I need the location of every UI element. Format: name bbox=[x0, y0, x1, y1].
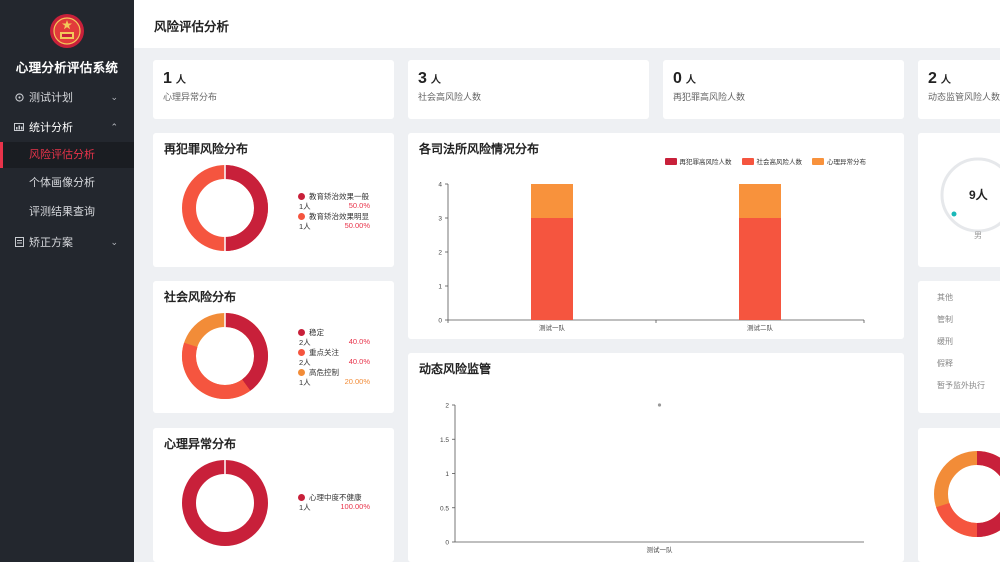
stat-label: 再犯罪高风险人数 bbox=[673, 92, 746, 102]
stat-card-social: 3人 社会高风险人数 bbox=[408, 60, 649, 119]
list-item: 管制 bbox=[937, 315, 953, 324]
list-item: 暂予监外执行 bbox=[937, 381, 985, 390]
data-point bbox=[657, 403, 662, 407]
bar-segment bbox=[739, 218, 781, 320]
sidebar-item-label: 矫正方案 bbox=[29, 237, 73, 249]
sidebar: 心理分析评估系统 测试计划 ⌄ 统计分析 ⌃ 风险评估分析 个体画像分析 评测结… bbox=[0, 0, 134, 562]
y-tick-label: 1 bbox=[438, 284, 442, 291]
recidivism-legend: 教育矫治效果一般 1人 50.0% 教育矫治效果明显 1人 50.00% bbox=[298, 191, 370, 231]
chart-icon bbox=[14, 122, 24, 132]
card-title: 社会风险分布 bbox=[164, 290, 237, 304]
partial-donut bbox=[934, 451, 1000, 537]
sentence-type-list: 其他 管制 缓刑 假释 暂予监外执行 bbox=[937, 287, 985, 397]
recidivism-donut bbox=[182, 165, 268, 251]
y-tick-label: 4 bbox=[438, 182, 442, 189]
sidebar-item-correction-plan[interactable]: 矫正方案 ⌄ bbox=[0, 229, 134, 255]
stat-value: 0人 bbox=[673, 70, 696, 87]
sidebar-item-statistics[interactable]: 统计分析 ⌃ bbox=[0, 114, 134, 140]
partial-donut-card bbox=[918, 428, 1000, 562]
x-tick-label: 测试一队 bbox=[539, 323, 566, 332]
legend-dot bbox=[298, 328, 305, 336]
stat-value: 2人 bbox=[928, 70, 951, 87]
document-icon bbox=[14, 237, 24, 247]
social-donut bbox=[182, 313, 268, 399]
y-tick-label: 3 bbox=[438, 216, 442, 223]
y-tick-label: 0.5 bbox=[440, 505, 449, 512]
sidebar-subitem-individual-profile[interactable]: 个体画像分析 bbox=[0, 170, 134, 196]
y-tick-label: 0 bbox=[445, 540, 449, 547]
gauge-caption: 男 bbox=[974, 231, 982, 240]
bar-segment bbox=[531, 218, 573, 320]
chevron-down-icon: ⌄ bbox=[110, 236, 118, 247]
emblem-logo bbox=[50, 14, 84, 48]
bar-segment bbox=[531, 184, 573, 218]
legend-dot bbox=[298, 368, 305, 376]
list-item: 缓刑 bbox=[937, 337, 953, 346]
y-tick-label: 1 bbox=[445, 471, 449, 478]
stat-card-mental: 1人 心理异常分布 bbox=[153, 60, 394, 119]
mental-legend: 心理中度不健康 1人 100.00% bbox=[298, 492, 370, 512]
app-title: 心理分析评估系统 bbox=[15, 61, 119, 75]
sidebar-item-label: 统计分析 bbox=[29, 122, 73, 134]
legend-dot bbox=[298, 493, 305, 501]
gauge-value: 9人 bbox=[969, 188, 988, 202]
stat-label: 心理异常分布 bbox=[163, 92, 218, 102]
dynamic-scatter-chart: 0 0.5 1 1.5 2 测试一队 bbox=[440, 403, 864, 554]
dynamic-chart-card: 动态风险监管 0 0.5 1 1.5 2 测试一队 bbox=[408, 353, 904, 562]
y-tick-label: 2 bbox=[438, 250, 442, 257]
stat-value: 1人 bbox=[163, 70, 186, 87]
x-tick-label: 测试二队 bbox=[747, 323, 774, 332]
legend-dot bbox=[298, 192, 305, 200]
x-tick-label: 测试一队 bbox=[647, 545, 674, 554]
recidivism-card: 再犯罪风险分布 教育矫治效果一般 1人 50.0% 教育矫治效果明显 1人 50.0… bbox=[153, 133, 394, 267]
gender-gauge-card: 9人 男 bbox=[918, 133, 1000, 267]
gauge-icon bbox=[14, 92, 24, 102]
sentence-type-card: 其他 管制 缓刑 假释 暂予监外执行 bbox=[918, 281, 1000, 413]
chevron-up-icon: ⌃ bbox=[110, 122, 118, 132]
stat-label: 动态监管风险人数 bbox=[928, 92, 1000, 102]
stat-label: 社会高风险人数 bbox=[418, 92, 482, 102]
chevron-down-icon: ⌄ bbox=[110, 91, 118, 102]
y-tick-label: 2 bbox=[445, 403, 449, 410]
branch-chart-card: 各司法所风险情况分布 再犯罪高风险人数 社会高风险人数 心理异常分布 01234… bbox=[408, 133, 904, 339]
mental-card: 心理异常分布 心理中度不健康 1人 100.00% bbox=[153, 428, 394, 562]
mental-donut bbox=[182, 460, 268, 546]
stat-value: 3人 bbox=[418, 70, 441, 87]
bar-segment bbox=[739, 184, 781, 218]
sidebar-item-test-plan[interactable]: 测试计划 ⌄ bbox=[0, 84, 134, 110]
stat-card-recidivism: 0人 再犯罪高风险人数 bbox=[663, 60, 904, 119]
sidebar-item-label: 测试计划 bbox=[29, 92, 73, 104]
stat-card-dynamic: 2人 动态监管风险人数 bbox=[918, 60, 1000, 119]
y-tick-label: 1.5 bbox=[440, 437, 449, 444]
page-header: 风险评估分析 bbox=[134, 0, 1000, 48]
legend-dot bbox=[298, 348, 305, 356]
sidebar-subitem-risk-assessment[interactable]: 风险评估分析 bbox=[0, 142, 134, 168]
social-legend: 稳定 2人 40.0% 重点关注 2人 40.0% 高危控制 1人 20.00% bbox=[298, 327, 370, 387]
y-tick-label: 0 bbox=[438, 318, 442, 325]
list-item: 其他 bbox=[937, 293, 953, 302]
page-title: 风险评估分析 bbox=[154, 20, 230, 34]
card-title: 心理异常分布 bbox=[164, 437, 237, 451]
social-card: 社会风险分布 稳定 2人 40.0% 重点关注 2人 40.0% 高危控制 1人 20… bbox=[153, 281, 394, 413]
sidebar-subitem-result-query[interactable]: 评测结果查询 bbox=[0, 199, 134, 225]
legend-dot bbox=[298, 212, 305, 220]
branch-bar-chart: 0 1 2 3 4 测试一队 测试二队 bbox=[438, 182, 865, 332]
list-item: 假释 bbox=[937, 359, 953, 368]
card-title: 再犯罪风险分布 bbox=[164, 142, 249, 156]
